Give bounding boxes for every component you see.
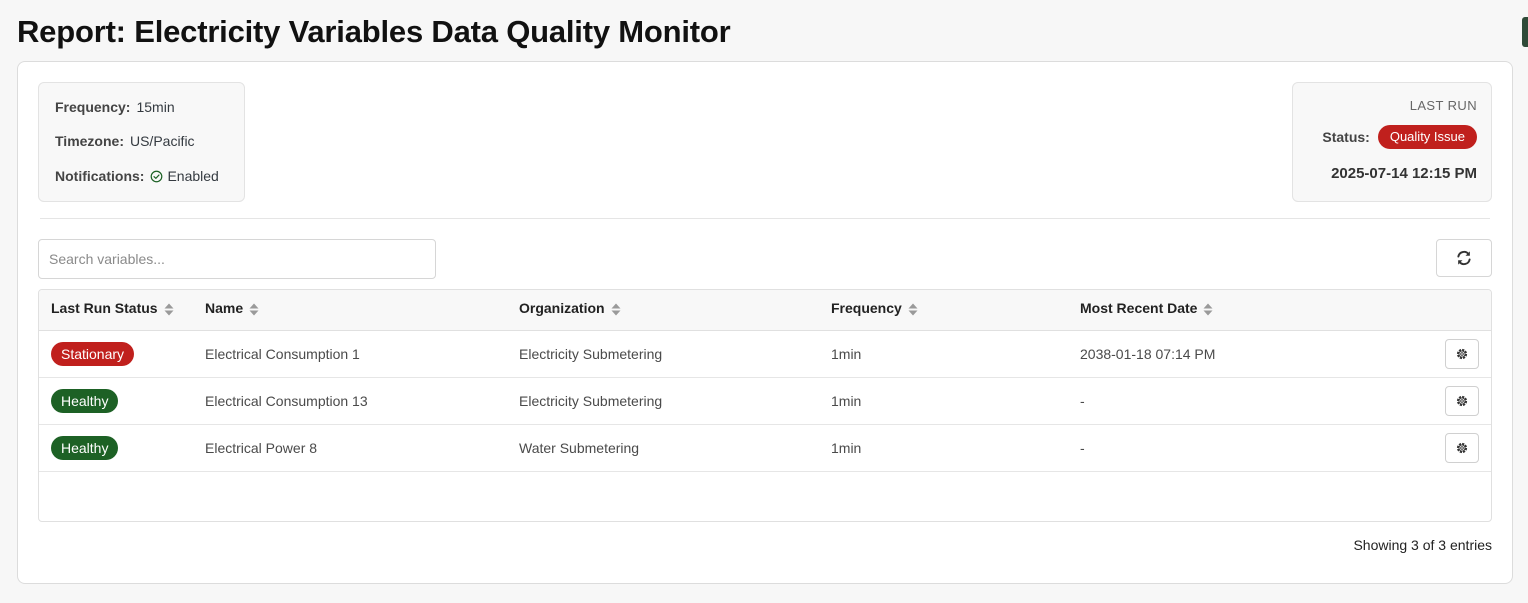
gear-icon — [1455, 441, 1469, 455]
variables-table: Last Run Status Name Organization Freque… — [38, 289, 1492, 522]
notifications-label: Notifications: — [55, 168, 145, 184]
last-run-heading: LAST RUN — [1409, 98, 1477, 113]
organization-cell: Water Submetering — [519, 439, 640, 456]
last-run-status-label: Status: — [1322, 129, 1370, 145]
frequency-row: Frequency: 15min — [55, 99, 175, 115]
most-recent-date-cell: 2038-01-18 07:14 PM — [1080, 345, 1216, 362]
most-recent-date-cell: - — [1080, 439, 1085, 456]
column-header-organization[interactable]: Organization — [507, 290, 819, 331]
row-settings-button[interactable] — [1445, 338, 1479, 369]
frequency-cell: 1min — [831, 439, 862, 456]
check-circle-icon — [150, 170, 163, 186]
variable-name: Electrical Power 8 — [205, 439, 318, 456]
column-header-most-recent-date[interactable]: Most Recent Date — [1068, 290, 1421, 331]
frequency-value: 15min — [136, 99, 175, 115]
frequency-cell: 1min — [831, 345, 862, 362]
refresh-icon — [1455, 249, 1473, 267]
sort-icon — [164, 303, 174, 319]
table-header-row: Last Run Status Name Organization Freque… — [39, 290, 1491, 331]
section-divider — [40, 218, 1490, 219]
table-row: Healthy Electrical Consumption 13 Electr… — [39, 377, 1491, 424]
monitor-card: Frequency: 15min Timezone: US/Pacific Noti… — [17, 61, 1513, 584]
last-run-status-row: Status: Quality Issue — [1322, 125, 1477, 149]
search-input[interactable] — [38, 239, 436, 279]
sort-icon — [908, 303, 918, 319]
status-badge: Healthy — [51, 388, 119, 413]
organization-cell: Electricity Submetering — [519, 345, 663, 362]
column-header-name[interactable]: Name — [193, 290, 507, 331]
most-recent-date-cell: - — [1080, 392, 1085, 409]
variable-name: Electrical Consumption 13 — [205, 392, 368, 409]
row-settings-button[interactable] — [1445, 385, 1479, 416]
page-title: Report: Electricity Variables Data Quali… — [17, 14, 731, 49]
refresh-button[interactable] — [1436, 239, 1492, 277]
timezone-value: US/Pacific — [129, 133, 195, 149]
gear-icon — [1455, 394, 1469, 408]
frequency-label: Frequency: — [55, 99, 131, 115]
gear-icon — [1455, 347, 1469, 361]
last-run-timestamp: 2025-07-14 12:15 PM — [1331, 165, 1477, 182]
column-header-last-run-status[interactable]: Last Run Status — [39, 290, 193, 331]
column-header-frequency[interactable]: Frequency — [819, 290, 1068, 331]
frequency-cell: 1min — [831, 392, 862, 409]
table-row: Healthy Electrical Power 8 Water Submete… — [39, 424, 1491, 471]
last-run-status-badge: Quality Issue — [1377, 125, 1477, 149]
last-run-panel: LAST RUN Status: Quality Issue 2025-07-1… — [1292, 82, 1492, 202]
edge-tab[interactable] — [1522, 17, 1528, 47]
sort-icon — [611, 303, 621, 319]
column-header-actions — [1421, 290, 1491, 331]
sort-icon — [1203, 303, 1213, 319]
table-row: Stationary Electrical Consumption 1 Elec… — [39, 330, 1491, 377]
timezone-label: Timezone: — [55, 133, 124, 149]
entries-count: Showing 3 of 3 entries — [1353, 537, 1492, 553]
notifications-value: Enabled — [167, 168, 219, 184]
sort-icon — [249, 303, 259, 319]
variable-name: Electrical Consumption 1 — [205, 345, 360, 362]
row-settings-button[interactable] — [1445, 432, 1479, 463]
notifications-row: Notifications: Enabled — [55, 168, 219, 186]
status-badge: Healthy — [51, 435, 119, 460]
timezone-row: Timezone: US/Pacific — [55, 133, 195, 149]
monitor-info-panel: Frequency: 15min Timezone: US/Pacific Noti… — [38, 82, 245, 202]
status-badge: Stationary — [51, 341, 135, 366]
organization-cell: Electricity Submetering — [519, 392, 663, 409]
